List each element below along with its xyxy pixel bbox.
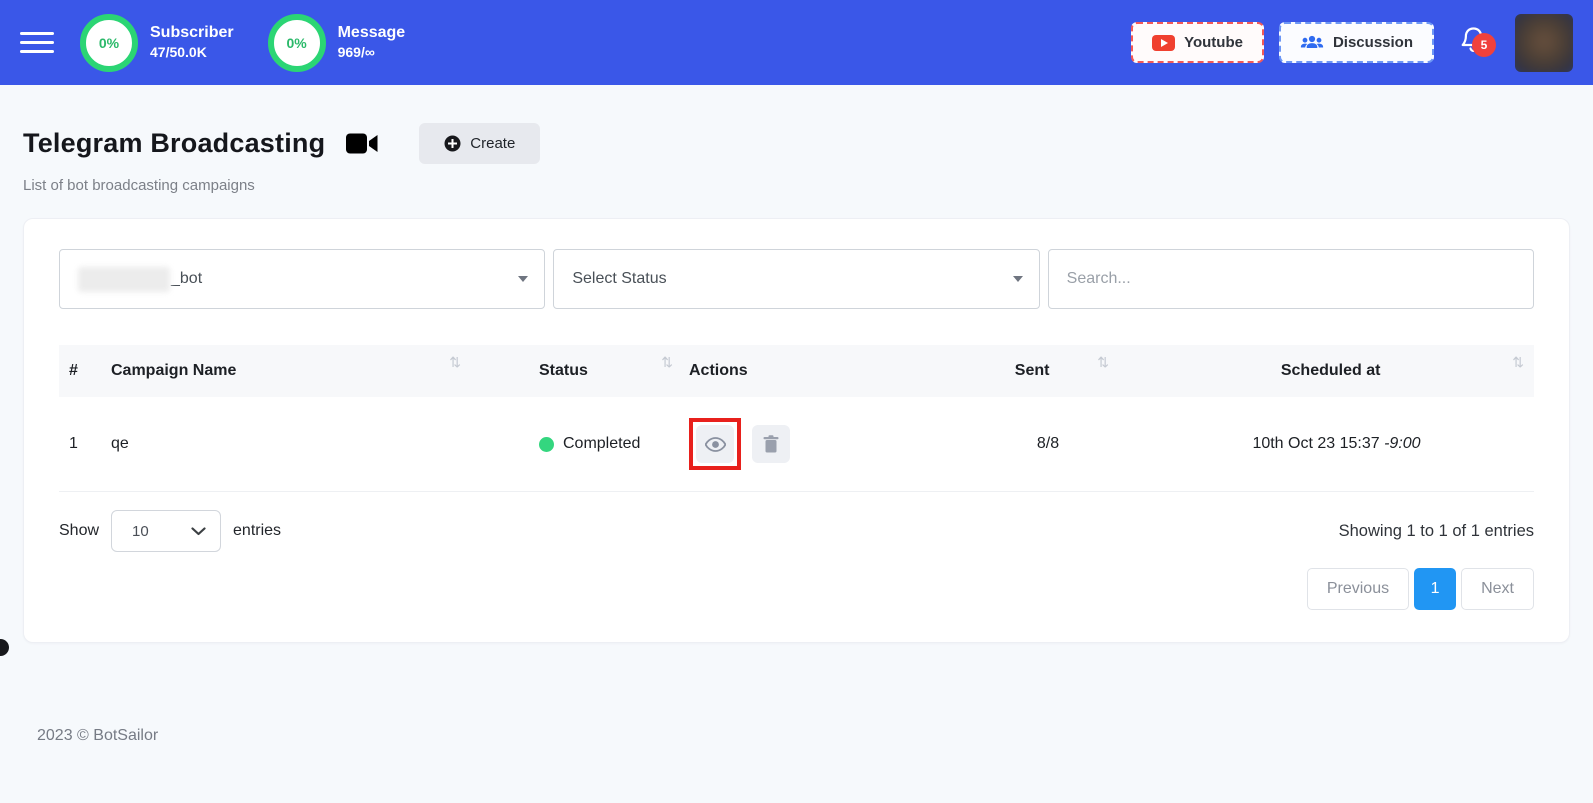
notification-count-badge: 5 xyxy=(1472,33,1496,57)
table-row: 1 qe Completed 8/8 10th Oct 23 15:37 -9:… xyxy=(59,397,1534,492)
entries-per-page-value: 10 xyxy=(132,522,149,540)
video-tutorial-icon[interactable] xyxy=(345,132,379,155)
bot-name-redacted xyxy=(78,266,170,292)
view-campaign-button[interactable] xyxy=(696,425,734,463)
status-select[interactable]: Select Status xyxy=(553,249,1040,309)
search-input[interactable] xyxy=(1047,249,1534,309)
bot-select-value: _bot xyxy=(171,270,203,287)
page-subtitle: List of bot broadcasting campaigns xyxy=(23,177,255,194)
youtube-button[interactable]: Youtube xyxy=(1131,22,1264,63)
bot-select[interactable]: _bot xyxy=(59,249,546,309)
caret-down-icon xyxy=(1012,276,1023,282)
message-percent: 0% xyxy=(286,34,307,51)
subscriber-usage-stat: 0% Subscriber 47/50.0K xyxy=(80,13,234,72)
col-sent: ⇅ Sent xyxy=(957,345,1139,397)
message-label: Message xyxy=(337,24,406,42)
col-actions: Actions xyxy=(679,345,957,397)
message-progress-ring: 0% xyxy=(267,13,326,72)
subscriber-percent: 0% xyxy=(98,34,120,51)
page-title: Telegram Broadcasting xyxy=(23,128,326,158)
hamburger-menu-icon[interactable] xyxy=(20,32,54,53)
discussion-button[interactable]: Discussion xyxy=(1278,22,1434,63)
create-button[interactable]: Create xyxy=(419,123,541,164)
subscriber-label: Subscriber xyxy=(150,24,234,42)
actions-cell xyxy=(679,397,957,492)
sort-icon[interactable]: ⇅ xyxy=(449,354,461,371)
campaigns-card: _bot Select Status # xyxy=(23,218,1570,643)
eye-icon xyxy=(704,436,726,452)
current-page-button[interactable]: 1 xyxy=(1414,568,1457,610)
notifications-button[interactable]: 5 xyxy=(1460,25,1496,60)
col-scheduled-at: ⇅ Scheduled at xyxy=(1139,345,1534,397)
table-header-row: # ⇅ Campaign Name ⇅ Status Actions ⇅ Sen… xyxy=(59,345,1534,397)
telegram-broadcasting-page: 0% Subscriber 47/50.0K 0% Message 969/∞ … xyxy=(0,0,1593,803)
status-text: Completed xyxy=(563,435,641,452)
campaigns-table: # ⇅ Campaign Name ⇅ Status Actions ⇅ Sen… xyxy=(59,345,1534,492)
status-cell: Completed xyxy=(529,397,679,492)
youtube-button-label: Youtube xyxy=(1184,34,1243,51)
highlight-box xyxy=(689,418,741,470)
status-select-value: Select Status xyxy=(572,270,667,287)
message-count: 969/∞ xyxy=(337,44,375,61)
sort-icon[interactable]: ⇅ xyxy=(661,354,673,371)
showing-entries-text: Showing 1 to 1 of 1 entries xyxy=(1338,521,1534,540)
row-index: 1 xyxy=(59,397,101,492)
previous-page-button[interactable]: Previous xyxy=(1306,568,1410,610)
chevron-down-icon xyxy=(191,526,206,535)
timezone-offset: -9:00 xyxy=(1384,435,1421,452)
status-dot-icon xyxy=(539,436,554,452)
plus-circle-icon xyxy=(444,135,461,152)
youtube-icon xyxy=(1152,34,1176,51)
sent-cell: 8/8 xyxy=(957,397,1139,492)
next-page-button[interactable]: Next xyxy=(1461,568,1534,610)
col-campaign-name: ⇅ Campaign Name xyxy=(101,345,529,397)
top-navbar: 0% Subscriber 47/50.0K 0% Message 969/∞ … xyxy=(0,0,1593,85)
entries-label: entries xyxy=(233,522,282,539)
sort-icon[interactable]: ⇅ xyxy=(1097,354,1109,371)
subscriber-progress-ring: 0% xyxy=(80,13,138,72)
entries-per-page-select[interactable]: 10 xyxy=(111,510,222,552)
caret-down-icon xyxy=(518,276,529,282)
copyright-text: 2023 © BotSailor xyxy=(37,727,159,744)
user-avatar[interactable] xyxy=(1515,13,1573,72)
col-index: # xyxy=(59,345,101,397)
trash-icon xyxy=(763,435,779,453)
show-label: Show xyxy=(59,522,100,539)
message-usage-stat: 0% Message 969/∞ xyxy=(267,13,406,72)
subscriber-count: 47/50.0K xyxy=(150,44,207,61)
users-icon xyxy=(1300,35,1324,51)
discussion-button-label: Discussion xyxy=(1332,34,1413,51)
scheduled-at-cell: 10th Oct 23 15:37 -9:00 xyxy=(1139,397,1534,492)
col-status: ⇅ Status xyxy=(529,345,679,397)
pagination: Previous 1 Next xyxy=(59,568,1534,610)
delete-campaign-button[interactable] xyxy=(752,425,790,463)
create-button-label: Create xyxy=(470,135,516,152)
sort-icon[interactable]: ⇅ xyxy=(1512,354,1524,371)
campaign-name-cell: qe xyxy=(101,397,529,492)
